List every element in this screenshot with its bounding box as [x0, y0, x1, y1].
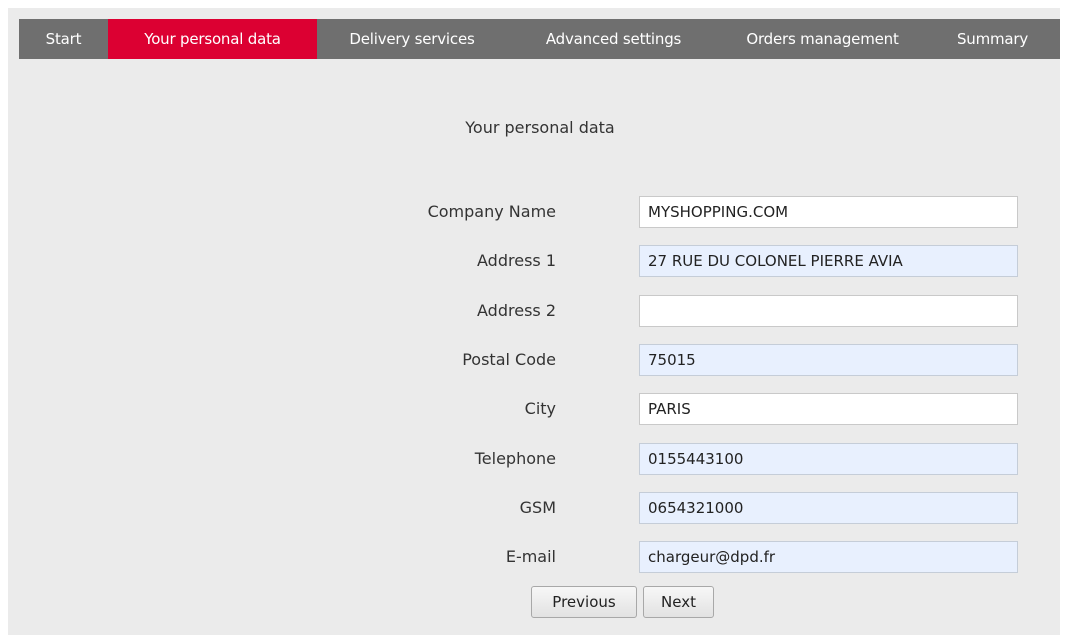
email-field[interactable] [639, 541, 1018, 573]
postal-code-row: Postal Code [0, 344, 1080, 376]
address2-row: Address 2 [0, 295, 1080, 327]
telephone-field[interactable] [639, 443, 1018, 475]
address2-field[interactable] [639, 295, 1018, 327]
address2-label: Address 2 [477, 301, 556, 320]
previous-button[interactable]: Previous [531, 586, 637, 618]
company-name-row: Company Name [0, 196, 1080, 228]
gsm-row: GSM [0, 492, 1080, 524]
tab-summary[interactable]: Summary [925, 19, 1060, 59]
telephone-label: Telephone [474, 449, 556, 468]
tab-advanced-settings[interactable]: Advanced settings [507, 19, 720, 59]
city-field[interactable] [639, 393, 1018, 425]
tab-start[interactable]: Start [19, 19, 108, 59]
address1-field[interactable] [639, 245, 1018, 277]
telephone-row: Telephone [0, 443, 1080, 475]
wizard-tab-bar: Start Your personal data Delivery servic… [19, 19, 1060, 59]
gsm-label: GSM [519, 498, 556, 517]
city-label: City [524, 399, 556, 418]
postal-code-label: Postal Code [462, 350, 556, 369]
company-name-label: Company Name [427, 202, 556, 221]
postal-code-field[interactable] [639, 344, 1018, 376]
gsm-field[interactable] [639, 492, 1018, 524]
company-name-field[interactable] [639, 196, 1018, 228]
tab-your-personal-data[interactable]: Your personal data [108, 19, 317, 59]
address1-label: Address 1 [477, 251, 556, 270]
next-button[interactable]: Next [643, 586, 714, 618]
city-row: City [0, 393, 1080, 425]
email-row: E-mail [0, 541, 1080, 573]
email-label: E-mail [505, 547, 556, 566]
address1-row: Address 1 [0, 245, 1080, 277]
tab-orders-management[interactable]: Orders management [720, 19, 925, 59]
section-title: Your personal data [465, 118, 615, 137]
tab-delivery-services[interactable]: Delivery services [317, 19, 507, 59]
